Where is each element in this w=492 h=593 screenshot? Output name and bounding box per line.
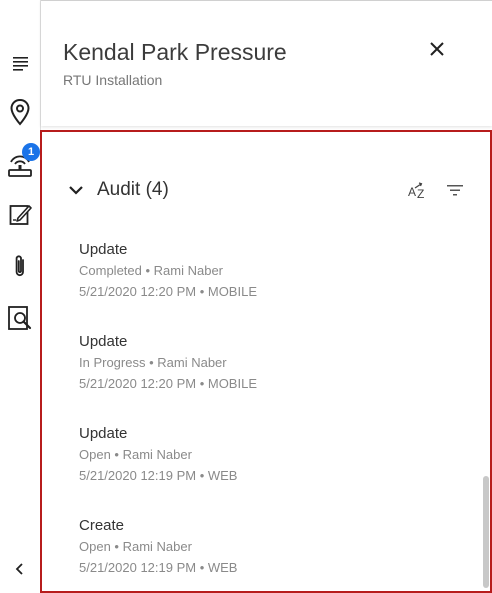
list-icon <box>13 57 28 71</box>
audit-entry-time: 5/21/2020 12:19 PM • WEB <box>79 468 238 483</box>
audit-entry[interactable]: Update In Progress • Rami Naber 5/21/202… <box>79 332 257 424</box>
audit-entry-time: 5/21/2020 12:19 PM • WEB <box>79 560 238 575</box>
audit-entry-status: In Progress • Rami Naber <box>79 355 227 370</box>
filter-icon <box>447 185 463 196</box>
rail-item-attachments[interactable] <box>5 251 35 281</box>
audit-panel: Audit (4) A Z Update Completed • Rami Na… <box>40 130 492 593</box>
edit-note-icon <box>9 205 32 225</box>
audit-entry-status: Completed • Rami Naber <box>79 263 223 278</box>
close-button[interactable] <box>421 33 453 65</box>
audit-section-header: Audit (4) A Z <box>42 172 490 208</box>
page-subtitle: RTU Installation <box>63 72 163 88</box>
audit-entry-action: Create <box>79 517 125 534</box>
audit-entry-action: Update <box>79 333 128 350</box>
rail-item-location[interactable] <box>5 97 35 127</box>
rail-item-rtu[interactable]: 1 <box>5 143 40 179</box>
audit-entry-action: Update <box>79 241 128 258</box>
scrollbar-thumb[interactable] <box>483 476 489 588</box>
chevron-left-icon <box>15 563 23 575</box>
notification-badge: 1 <box>22 143 40 161</box>
audit-entry-time: 5/21/2020 12:20 PM • MOBILE <box>79 376 257 391</box>
audit-entry-action: Update <box>79 425 128 442</box>
collapse-section-button[interactable] <box>66 180 86 200</box>
page-title: Kendal Park Pressure <box>63 39 287 65</box>
audit-entry[interactable]: Update Completed • Rami Naber 5/21/2020 … <box>79 240 257 332</box>
audit-list: Update Completed • Rami Naber 5/21/2020 … <box>79 240 257 591</box>
svg-text:Z: Z <box>417 187 424 201</box>
sort-az-button[interactable]: A Z <box>407 179 431 201</box>
audit-entry[interactable]: Update Open • Rami Naber 5/21/2020 12:19… <box>79 424 257 516</box>
left-rail: 1 <box>0 0 41 593</box>
audit-entry-time: 5/21/2020 12:20 PM • MOBILE <box>79 284 257 299</box>
location-pin-icon <box>10 98 30 126</box>
filter-button[interactable] <box>443 179 467 201</box>
chevron-down-icon <box>69 186 83 195</box>
rail-item-notes[interactable] <box>5 199 35 229</box>
collapse-rail-button[interactable] <box>5 554 35 584</box>
close-icon <box>430 42 444 56</box>
paperclip-icon <box>15 255 24 277</box>
sort-az-icon: A Z <box>408 182 424 201</box>
audit-section-title: Audit (4) <box>97 179 169 200</box>
svg-text:A: A <box>408 185 416 199</box>
rail-item-document-search[interactable] <box>5 303 35 333</box>
audit-entry-status: Open • Rami Naber <box>79 539 192 554</box>
rail-item-list[interactable] <box>5 47 35 77</box>
document-search-icon <box>8 306 32 330</box>
app-root: 1 Kendal Park Pressure RTU Installation … <box>0 0 492 593</box>
detail-header: Kendal Park Pressure RTU Installation <box>41 0 492 126</box>
audit-entry[interactable]: Create Open • Rami Naber 5/21/2020 12:19… <box>79 516 257 591</box>
audit-entry-status: Open • Rami Naber <box>79 447 192 462</box>
